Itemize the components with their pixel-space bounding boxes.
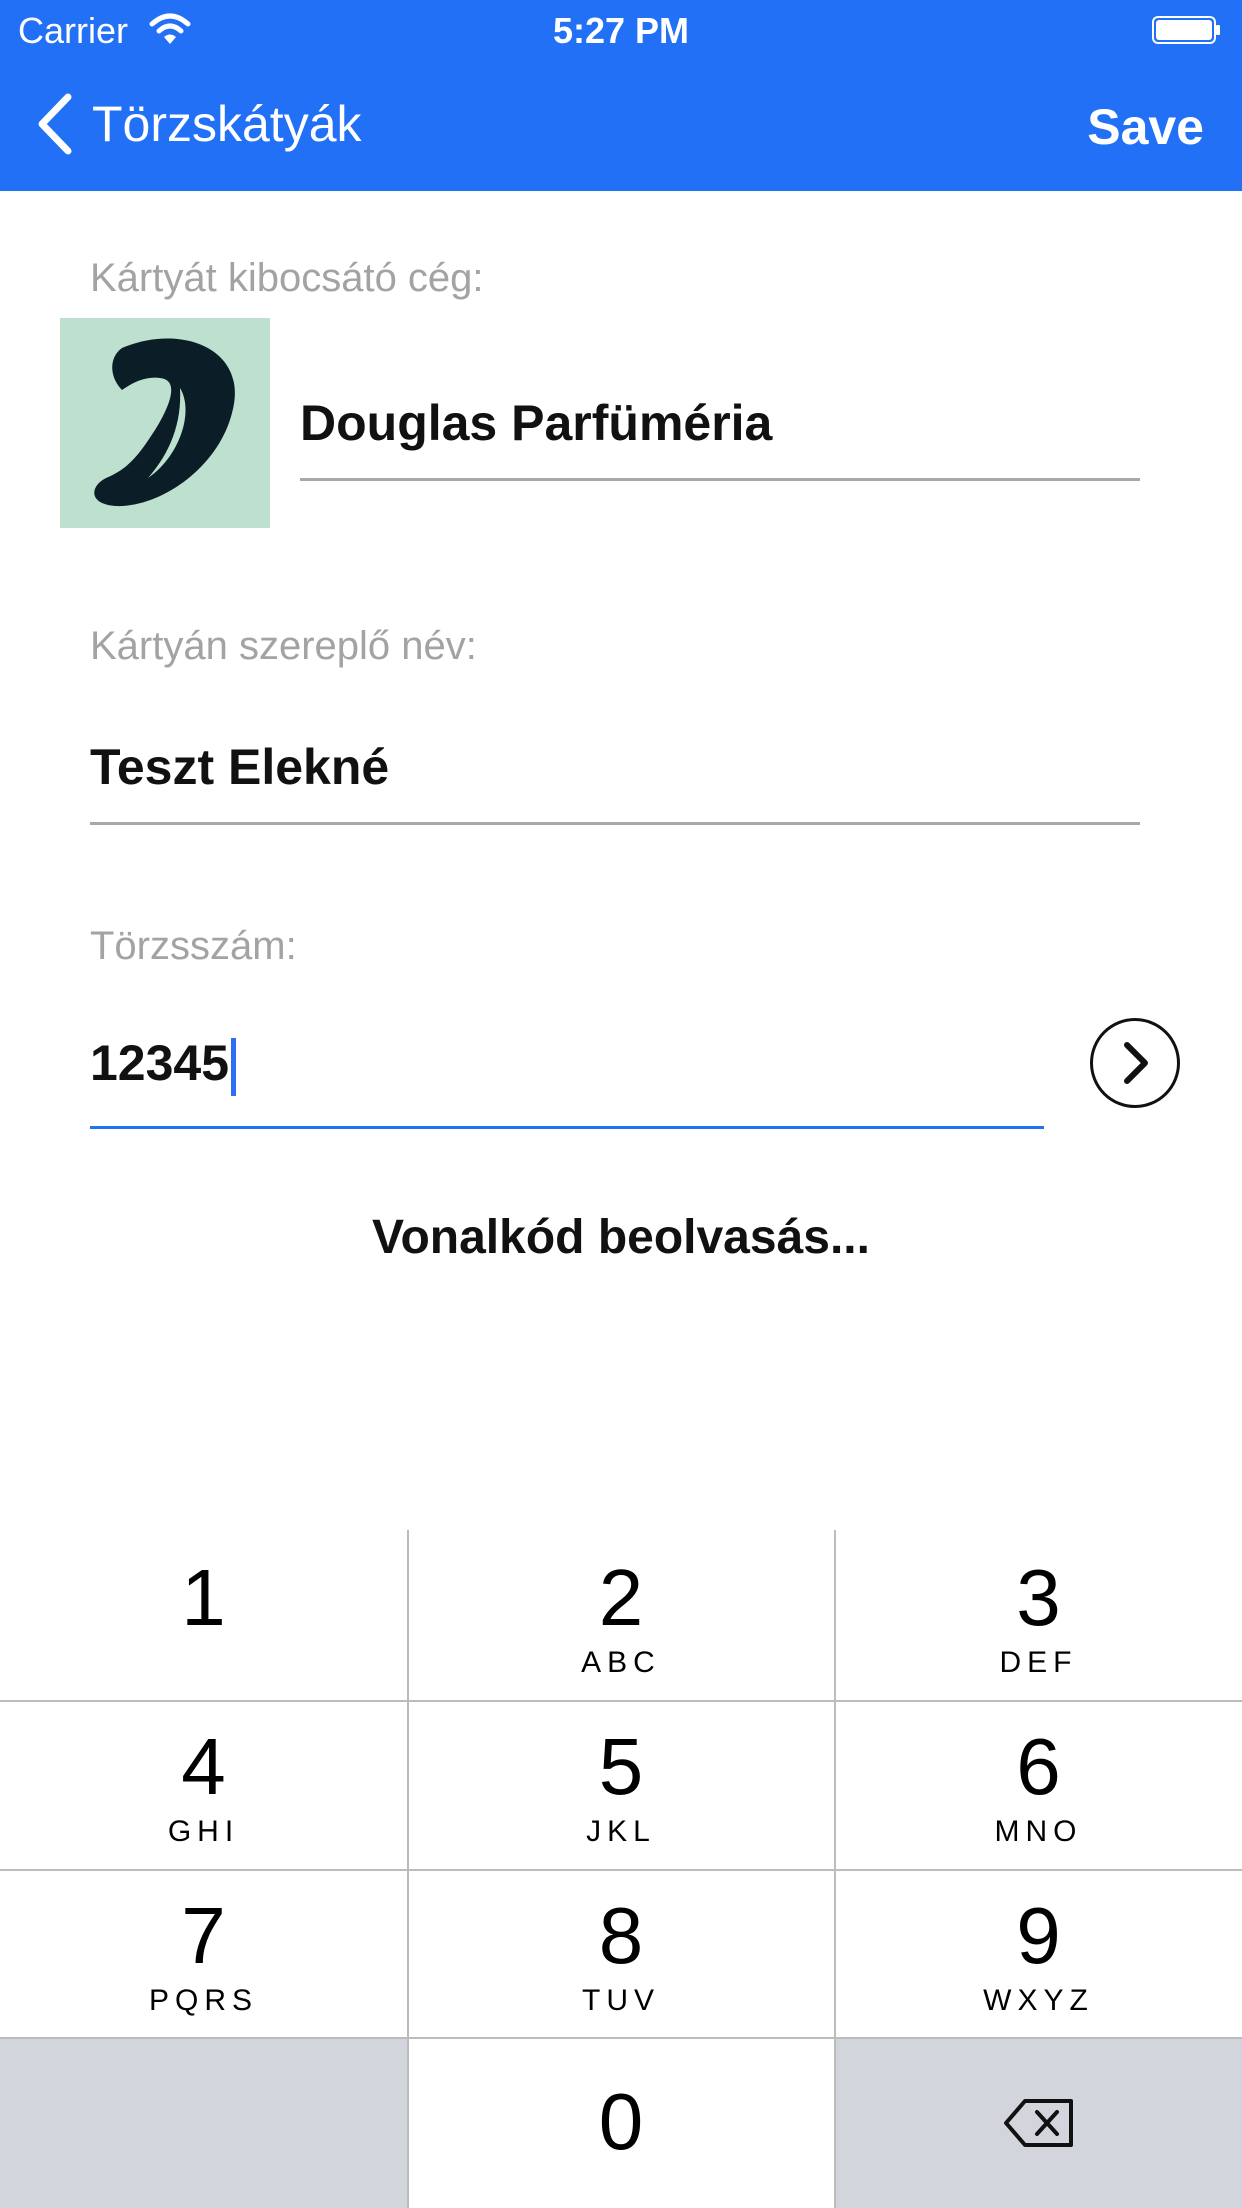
next-button[interactable] (1090, 1018, 1180, 1108)
name-underline (90, 822, 1140, 825)
key-blank (0, 2038, 407, 2208)
keypad-divider (0, 1700, 1242, 1702)
key-5[interactable]: 5 JKL (408, 1701, 834, 1869)
key-9[interactable]: 9 WXYZ (835, 1870, 1242, 2037)
back-label: Törzskátyák (92, 96, 362, 152)
number-label: Törzsszám: (90, 924, 297, 968)
douglas-logo (60, 318, 270, 528)
keypad-divider (0, 1869, 1242, 1871)
chevron-right-icon (1124, 1042, 1148, 1084)
number-value: 12345 (90, 1035, 230, 1091)
numeric-keypad: 1 2 ABC 3 DEF 4 GHI 5 JKL 6 MNO 7 PQRS 8… (0, 1530, 1242, 2208)
key-6[interactable]: 6 MNO (835, 1701, 1242, 1869)
text-caret (231, 1037, 237, 1096)
key-3[interactable]: 3 DEF (835, 1530, 1242, 1700)
key-4[interactable]: 4 GHI (0, 1701, 407, 1869)
chevron-left-icon (38, 93, 72, 155)
name-label: Kártyán szereplő név: (90, 624, 477, 668)
backspace-key[interactable] (835, 2038, 1242, 2208)
key-7[interactable]: 7 PQRS (0, 1870, 407, 2037)
scan-barcode-button[interactable]: Vonalkód beolvasás... (0, 1210, 1242, 1265)
number-underline (90, 1126, 1044, 1129)
name-input[interactable]: Teszt Elekné (90, 738, 389, 796)
issuer-underline (300, 478, 1140, 481)
logo-d-mark (94, 338, 235, 507)
key-0[interactable]: 0 (408, 2038, 834, 2208)
save-button[interactable]: Save (1087, 98, 1204, 156)
key-2[interactable]: 2 ABC (408, 1530, 834, 1700)
battery-icon (1152, 16, 1220, 44)
status-bar: Carrier 5:27 PM (0, 0, 1242, 62)
issuer-label: Kártyát kibocsátó cég: (90, 256, 484, 300)
backspace-icon (1003, 2099, 1073, 2147)
clock: 5:27 PM (552, 10, 690, 51)
nav-bar: Törzskátyák Save (0, 62, 1242, 191)
navigation-header: Carrier 5:27 PM Törzskátyák Save (0, 0, 1242, 191)
key-1[interactable]: 1 (0, 1530, 407, 1700)
key-8[interactable]: 8 TUV (408, 1870, 834, 2037)
number-input[interactable]: 12345 (90, 1034, 237, 1096)
issuer-value: Douglas Parfüméria (300, 395, 773, 451)
keypad-divider (0, 2037, 1242, 2039)
back-button[interactable]: Törzskátyák (36, 93, 362, 155)
